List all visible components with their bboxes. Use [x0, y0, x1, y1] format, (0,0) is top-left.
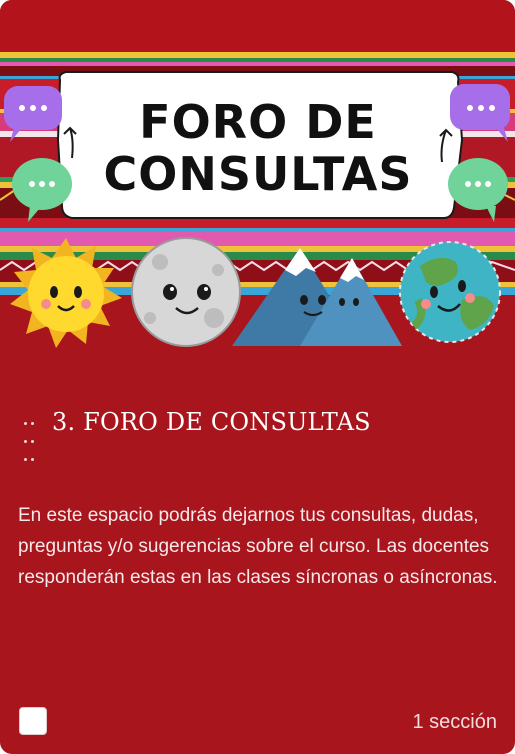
- section-title-row: 3. FORO DE CONSULTAS: [22, 400, 495, 461]
- completion-checkbox[interactable]: [19, 707, 47, 735]
- moon-icon: [131, 237, 241, 347]
- section-description: En este espacio podrás dejarnos tus cons…: [18, 505, 498, 588]
- section-count: 1 sección: [412, 711, 498, 733]
- drag-handle-icon[interactable]: [22, 413, 36, 461]
- banner-heading-line1: FORO DE: [139, 95, 377, 149]
- banner-heading-line2: CONSULTAS: [103, 147, 412, 201]
- section-title[interactable]: 3. FORO DE CONSULTAS: [52, 408, 371, 436]
- section-banner-image: FORO DE CONSULTAS: [0, 0, 515, 385]
- course-section-card[interactable]: FORO DE CONSULTAS 3. FORO DE CONSULTAS E…: [0, 0, 515, 754]
- earth-icon: [399, 241, 501, 343]
